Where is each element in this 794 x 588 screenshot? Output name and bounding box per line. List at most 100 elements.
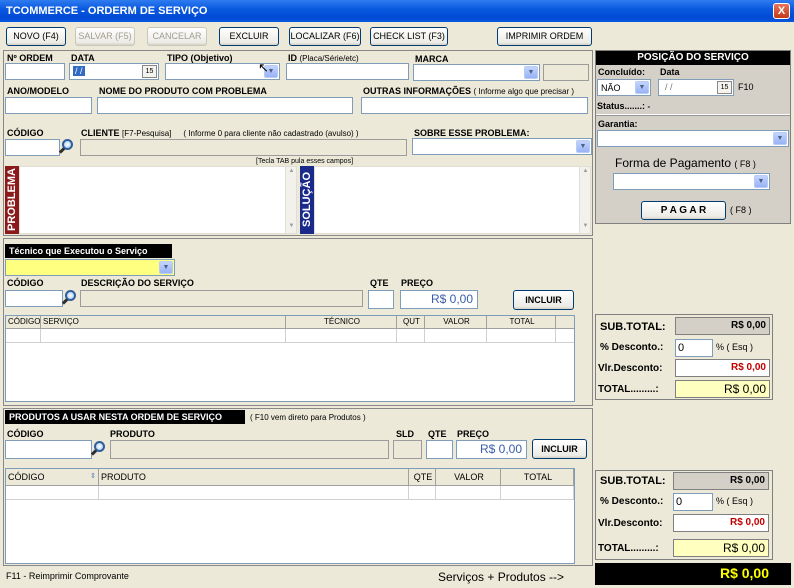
search-icon[interactable] xyxy=(58,138,79,155)
calendar-icon[interactable]: 15 xyxy=(717,81,732,94)
solucao-textarea[interactable]: ▲ ▼ xyxy=(314,166,591,234)
col-produto[interactable]: PRODUTO xyxy=(99,469,409,485)
vlr-desconto-servico-value: R$ 0,00 xyxy=(675,359,770,377)
outras-info-label: OUTRAS INFORMAÇÕES xyxy=(363,86,471,96)
concluido-label: Concluído: xyxy=(598,67,645,77)
subtotal-servico-label: SUB.TOTAL: xyxy=(600,321,666,333)
scrollbar[interactable]: ▲ ▼ xyxy=(579,167,590,233)
chevron-down-icon: ▼ xyxy=(773,132,787,145)
col-servico[interactable]: SERVIÇO xyxy=(41,316,286,328)
id-label: ID xyxy=(288,53,297,63)
sobre-problema-select[interactable]: ▼ xyxy=(412,138,592,155)
ano-modelo-label: ANO/MODELO xyxy=(7,86,69,96)
tab-note: [Tecla TAB pula esses campos] xyxy=(256,158,354,165)
col-total[interactable]: TOTAL xyxy=(501,469,574,485)
cliente-hint: [F7-Pesquisa] xyxy=(122,129,172,138)
garantia-label: Garantia: xyxy=(598,119,638,129)
forma-pagamento-label: Forma de Pagamento xyxy=(615,156,732,170)
table-row[interactable] xyxy=(6,486,574,500)
sld-field xyxy=(393,440,422,459)
ano-modelo-input[interactable] xyxy=(5,97,92,114)
codigo-produto-input[interactable] xyxy=(5,440,92,459)
produtos-header-hint: ( F10 vem direto para Produtos ) xyxy=(250,413,366,422)
col-valor[interactable]: VALOR xyxy=(425,316,487,328)
id-input[interactable] xyxy=(286,63,409,80)
codigo-cliente-label: CÓDIGO xyxy=(7,128,44,138)
produto-field xyxy=(110,440,389,459)
salvar-button[interactable]: SALVAR (F5) xyxy=(75,27,135,46)
total-servico-label: TOTAL.........: xyxy=(598,384,659,395)
preco-servico-input[interactable]: R$ 0,00 xyxy=(400,290,478,309)
codigo-produto-label: CÓDIGO xyxy=(7,429,44,439)
search-icon[interactable] xyxy=(90,440,111,457)
col-qut[interactable]: QUT xyxy=(397,316,425,328)
qte-servico-input[interactable] xyxy=(368,290,394,309)
col-codigo[interactable]: CÓDIGO xyxy=(6,316,41,328)
servicos-produtos-label: Serviços + Produtos --> xyxy=(438,570,565,584)
produtos-grid-header: CÓDIGO ⇕ PRODUTO QTE VALOR TOTAL xyxy=(6,469,574,486)
produto-label: PRODUTO xyxy=(110,429,155,439)
problema-textarea[interactable]: ▲ ▼ xyxy=(19,166,297,234)
servico-grid[interactable]: CÓDIGO SERVIÇO TÉCNICO QUT VALOR TOTAL xyxy=(5,315,575,402)
tipo-label: TIPO (Objetivo) xyxy=(167,53,233,63)
codigo-servico-input[interactable] xyxy=(5,290,63,307)
outras-info-input[interactable] xyxy=(361,97,588,114)
n-ordem-input[interactable] xyxy=(5,63,65,80)
mouse-cursor-icon: ↖ xyxy=(258,60,269,75)
status-value: - xyxy=(647,102,651,111)
forma-pagamento-select[interactable]: ▼ xyxy=(613,173,770,190)
checklist-button[interactable]: CHECK LIST (F3) xyxy=(370,27,448,46)
garantia-select[interactable]: ▼ xyxy=(597,130,789,147)
calendar-icon[interactable]: 15 xyxy=(142,65,157,78)
data-posicao-input[interactable]: / /15 xyxy=(658,79,734,96)
n-ordem-label: Nº ORDEM xyxy=(7,53,53,63)
vlr-desconto-produto-value: R$ 0,00 xyxy=(673,514,769,532)
codigo-cliente-input[interactable] xyxy=(5,139,60,156)
chevron-down-icon: ▼ xyxy=(576,140,590,153)
qte-produto-input[interactable] xyxy=(426,440,453,459)
col-total[interactable]: TOTAL xyxy=(487,316,556,328)
incluir-produto-button[interactable]: INCLUIR xyxy=(532,439,587,459)
outras-info-hint: ( Informe algo que precisar ) xyxy=(473,87,575,96)
search-icon[interactable] xyxy=(61,289,82,306)
preco-produto-input[interactable]: R$ 0,00 xyxy=(456,440,527,459)
sort-icon: ⇕ xyxy=(90,473,96,480)
id-hint: (Placa/Série/etc) xyxy=(299,54,359,63)
vlr-desconto-servico-label: Vlr.Desconto: xyxy=(598,363,663,374)
produtos-grid[interactable]: CÓDIGO ⇕ PRODUTO QTE VALOR TOTAL xyxy=(5,468,575,564)
codigo-servico-label: CÓDIGO xyxy=(7,278,44,288)
concluido-select[interactable]: NÃO ▼ xyxy=(597,79,651,96)
nome-produto-label: NOME DO PRODUTO COM PROBLEMA xyxy=(99,86,267,96)
grand-total-value: R$ 0,00 xyxy=(595,563,791,585)
subtotal-servico-value: R$ 0,00 xyxy=(675,317,770,335)
localizar-button[interactable]: LOCALIZAR (F6) xyxy=(289,27,361,46)
col-qte[interactable]: QTE xyxy=(409,469,436,485)
imprimir-button[interactable]: IMPRIMIR ORDEM xyxy=(497,27,592,46)
excluir-button[interactable]: EXCLUIR xyxy=(219,27,279,46)
tecnico-select[interactable]: ▼ xyxy=(5,259,175,276)
scrollbar[interactable]: ▲ ▼ xyxy=(285,167,296,233)
data-input[interactable]: / / 15 xyxy=(69,63,159,80)
table-row[interactable] xyxy=(6,329,574,343)
nome-produto-input[interactable] xyxy=(97,97,353,114)
qte-produto-label: QTE xyxy=(428,429,447,439)
pagar-button[interactable]: P A G A R xyxy=(641,201,726,220)
subtotal-produto-value: R$ 0,00 xyxy=(673,472,769,490)
sobre-problema-label: SOBRE ESSE PROBLEMA: xyxy=(414,128,530,138)
col-tecnico[interactable]: TÉCNICO xyxy=(286,316,397,328)
f10-hint: F10 xyxy=(738,82,754,92)
cliente-label: CLIENTE xyxy=(81,128,120,138)
sld-label: SLD xyxy=(396,429,414,439)
vlr-desconto-produto-label: Vlr.Desconto: xyxy=(598,518,663,529)
marca-code-field xyxy=(543,64,589,81)
close-button[interactable]: X xyxy=(773,3,790,19)
desconto-produto-input[interactable]: 0 xyxy=(673,493,713,511)
novo-button[interactable]: NOVO (F4) xyxy=(6,27,66,46)
col-valor[interactable]: VALOR xyxy=(436,469,501,485)
col-codigo[interactable]: CÓDIGO ⇕ xyxy=(6,469,99,485)
data-posicao-label: Data xyxy=(660,67,680,77)
incluir-servico-button[interactable]: INCLUIR xyxy=(513,290,574,310)
marca-select[interactable]: ▼ xyxy=(413,64,540,81)
cancelar-button[interactable]: CANCELAR xyxy=(147,27,207,46)
desconto-servico-input[interactable]: 0 xyxy=(675,339,713,357)
